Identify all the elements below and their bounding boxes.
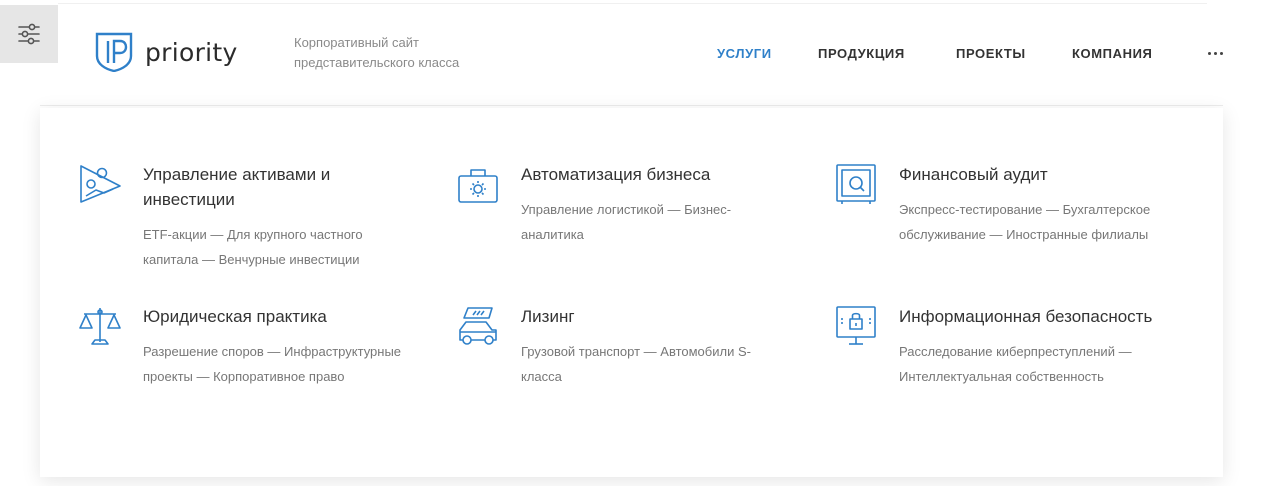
service-title: Управление активами и инвестиции: [143, 165, 331, 209]
briefcase-gear-icon: [458, 169, 498, 203]
more-dots-icon: [1207, 51, 1211, 55]
more-menu-button[interactable]: [1200, 43, 1230, 63]
nav-item-projects[interactable]: ПРОЕКТЫ: [956, 46, 1026, 61]
logo-text: priority: [145, 37, 238, 67]
sliders-icon: [18, 23, 40, 45]
service-title: Автоматизация бизнеса: [521, 165, 711, 184]
service-description: Управление логистикой — Бизнес-аналитика: [521, 202, 732, 242]
nav-item-services[interactable]: УСЛУГИ: [717, 46, 772, 61]
logo[interactable]: priority: [95, 32, 238, 72]
monitor-lock-icon: [836, 306, 876, 345]
site-tagline: Корпоративный сайт представительского кл…: [294, 35, 460, 70]
service-description: ETF-акции — Для крупного частного капита…: [143, 227, 363, 267]
nav-item-company[interactable]: КОМПАНИЯ: [1072, 46, 1152, 61]
car-icon: [459, 307, 497, 345]
service-description: Расследование киберпреступлений — Интелл…: [899, 344, 1132, 384]
nav-item-products[interactable]: ПРОДУКЦИЯ: [818, 46, 905, 61]
scales-icon: [79, 308, 121, 345]
service-description: Грузовой транспорт — Автомобили S-класса: [521, 344, 751, 384]
site-header: priority Корпоративный сайт представител…: [40, 0, 1223, 106]
service-title: Юридическая практика: [143, 307, 327, 326]
service-title: Финансовый аудит: [899, 165, 1048, 184]
safe-icon: [836, 164, 876, 204]
logo-shield-icon: [95, 32, 133, 72]
chart-presentation-icon: [80, 165, 121, 203]
service-description: Экспресс-тестирование — Бухгалтерское об…: [899, 202, 1151, 242]
service-title: Лизинг: [521, 307, 575, 326]
service-description: Разрешение споров — Инфраструктурные про…: [143, 344, 402, 384]
service-title: Информационная безопасность: [899, 307, 1153, 326]
services-dropdown: Управление активами и инвестиции ETF-акц…: [40, 108, 1223, 477]
